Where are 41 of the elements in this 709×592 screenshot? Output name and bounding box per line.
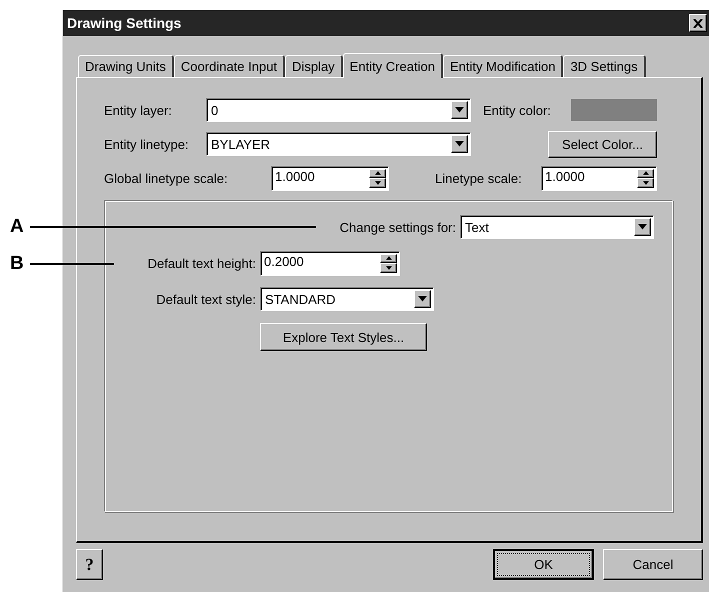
tab[interactable]: Coordinate Input (174, 55, 286, 77)
field-label: Entity linetype: (104, 136, 190, 152)
linetype-dropdown[interactable]: BYLAYER (206, 132, 471, 156)
caret-icon (455, 107, 464, 113)
settings-dropdown[interactable]: Text (460, 215, 654, 239)
field-label: Entity layer: (104, 102, 173, 118)
up-arrow-icon (386, 256, 392, 260)
callout-label: A (10, 216, 24, 238)
help-button[interactable]: ? (76, 549, 103, 580)
select-color-button[interactable]: Select Color... (548, 130, 657, 158)
field-label: Entity color: (483, 102, 552, 118)
up-arrow-icon (642, 171, 648, 176)
field-label: Change settings for: (338, 220, 457, 234)
number-spinner[interactable]: 0.2000 (260, 250, 400, 276)
caret-icon (374, 180, 380, 185)
tab[interactable]: Display (285, 55, 343, 77)
caret-icon (638, 224, 647, 230)
field-label: Default text style: (155, 292, 257, 306)
number-spinner[interactable]: 1.0000 (271, 166, 389, 190)
callout-label: B (10, 253, 24, 275)
cancel-button[interactable]: Cancel (603, 549, 703, 580)
tab[interactable]: 3D Settings (563, 55, 646, 77)
caret-icon (386, 266, 392, 270)
tab[interactable]: Drawing Units (78, 55, 174, 77)
close-icon (693, 18, 703, 28)
ok-button[interactable]: OK (493, 549, 594, 580)
explore-text-styles-button[interactable]: Explore Text Styles... (260, 323, 427, 351)
caret-icon (455, 141, 464, 147)
close-button[interactable] (689, 14, 707, 32)
caret-icon (418, 296, 427, 302)
window-title: Drawing Settings (67, 15, 182, 31)
field-label: Default text height: (146, 256, 257, 270)
up-arrow-icon (374, 171, 380, 176)
caret-icon (642, 180, 648, 185)
number-spinner[interactable]: 1.0000 (541, 166, 657, 190)
field-label: Linetype scale: (435, 170, 523, 186)
tab[interactable]: Entity Modification (442, 55, 564, 77)
tab[interactable]: Entity Creation (342, 53, 443, 78)
layer-dropdown[interactable]: 0 (206, 98, 471, 122)
text-style-dropdown[interactable]: STANDARD (260, 287, 434, 311)
field-label: Global linetype scale: (104, 170, 229, 186)
